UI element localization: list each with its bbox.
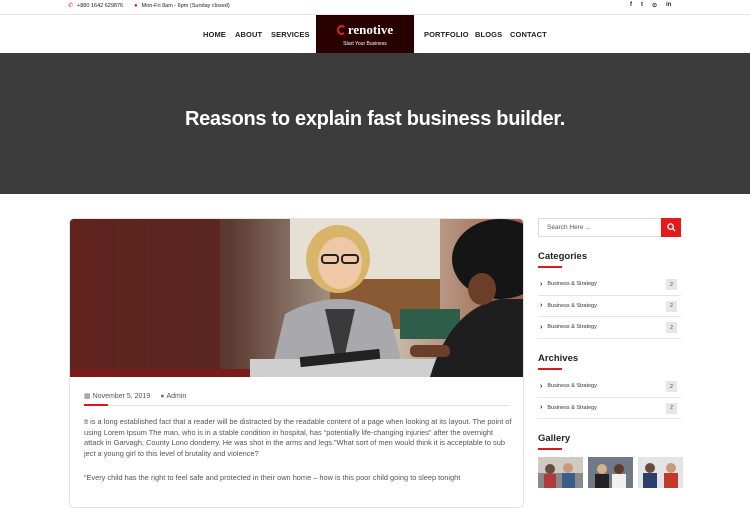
gallery-thumbnail[interactable] bbox=[588, 457, 633, 488]
gallery-thumbnail[interactable] bbox=[538, 457, 583, 488]
top-bar: ✆ +880 1642 629876 ● Mon-Fri 8am - 6pm (… bbox=[0, 0, 750, 14]
chevron-right-icon: › bbox=[540, 302, 543, 310]
archive-count-badge: 2 bbox=[666, 402, 677, 414]
twitter-icon[interactable]: t bbox=[641, 2, 643, 9]
search-button[interactable] bbox=[661, 218, 681, 237]
post-image bbox=[70, 219, 523, 377]
post-date-text: November 5, 2019 bbox=[92, 393, 151, 400]
category-count-badge: 2 bbox=[666, 322, 677, 333]
search-box bbox=[538, 218, 681, 237]
meta-divider bbox=[84, 405, 510, 406]
post-meta: ▦ November 5, 2019 ● Admin bbox=[84, 392, 186, 401]
archive-label: Business & Strategy bbox=[547, 383, 597, 390]
phone-number: +880 1642 629876 bbox=[77, 3, 124, 9]
calendar-icon: ▦ bbox=[84, 393, 91, 400]
category-label: Business & Strategy bbox=[547, 324, 597, 331]
archives-accent-bar bbox=[538, 368, 562, 370]
categories-list: › Business & Strategy 2 › Business & Str… bbox=[538, 274, 681, 339]
archive-item[interactable]: › Business & Strategy 2 bbox=[538, 376, 681, 398]
chevron-right-icon: › bbox=[540, 323, 543, 331]
search-icon bbox=[666, 223, 676, 232]
search-input[interactable] bbox=[539, 219, 663, 236]
meta-accent-bar bbox=[84, 404, 108, 406]
categories-accent-bar bbox=[538, 266, 562, 268]
archive-item[interactable]: › Business & Strategy 2 bbox=[538, 398, 681, 419]
category-label: Business & Strategy bbox=[547, 281, 597, 288]
nav-contact[interactable]: CONTACT bbox=[510, 30, 547, 39]
chevron-right-icon: › bbox=[540, 404, 543, 412]
gallery-title: Gallery bbox=[538, 433, 571, 444]
chevron-right-icon: › bbox=[540, 382, 543, 390]
social-links: f t ⊙ in bbox=[630, 2, 671, 9]
business-hours: ● Mon-Fri 8am - 6pm (Sunday closed) bbox=[134, 3, 230, 9]
categories-title: Categories bbox=[538, 251, 588, 262]
clock-icon: ● bbox=[134, 3, 138, 9]
archive-label: Business & Strategy bbox=[547, 404, 597, 411]
nav-blogs[interactable]: BLOGS bbox=[475, 30, 502, 39]
site-logo[interactable]: renotive Start Your Business bbox=[316, 15, 414, 53]
post-author[interactable]: ● Admin bbox=[160, 393, 186, 400]
nav-about[interactable]: ABOUT bbox=[235, 30, 262, 39]
logo-name: renotive bbox=[347, 22, 394, 37]
github-icon[interactable]: ⊙ bbox=[652, 2, 657, 9]
linkedin-icon[interactable]: in bbox=[666, 2, 671, 9]
archives-title: Archives bbox=[538, 353, 579, 364]
gallery-grid bbox=[538, 457, 683, 488]
post-date[interactable]: ▦ November 5, 2019 bbox=[84, 392, 150, 400]
category-label: Business & Strategy bbox=[547, 302, 597, 309]
blog-post-card: ▦ November 5, 2019 ● Admin It is a long es… bbox=[69, 218, 524, 508]
facebook-icon[interactable]: f bbox=[630, 2, 632, 9]
page-title: Reasons to explain fast business builder… bbox=[184, 108, 566, 130]
nav-portfolio[interactable]: PORTFOLIO bbox=[424, 30, 469, 39]
category-count-badge: 2 bbox=[666, 300, 677, 312]
category-item[interactable]: › Business & Strategy 2 bbox=[538, 317, 681, 339]
gallery-accent-bar bbox=[538, 448, 562, 450]
page-hero: Reasons to explain fast business builder… bbox=[0, 53, 750, 194]
archive-count-badge: 2 bbox=[666, 381, 677, 392]
category-item[interactable]: › Business & Strategy 2 bbox=[538, 296, 681, 317]
phone-icon: ✆ bbox=[68, 3, 74, 9]
post-paragraph-1: It is a long established fact that a rea… bbox=[84, 417, 512, 458]
logo-brand: renotive bbox=[316, 22, 414, 38]
hours-text: Mon-Fri 8am - 6pm (Sunday closed) bbox=[141, 3, 230, 9]
phone-contact[interactable]: ✆ +880 1642 629876 bbox=[68, 3, 123, 9]
category-count-badge: 2 bbox=[666, 279, 677, 290]
nav-home[interactable]: HOME bbox=[203, 30, 226, 39]
logo-mark-icon bbox=[336, 25, 346, 35]
category-item[interactable]: › Business & Strategy 2 bbox=[538, 274, 681, 296]
gallery-thumbnail[interactable] bbox=[638, 457, 683, 488]
logo-tagline: Start Your Business bbox=[343, 41, 387, 47]
user-icon: ● bbox=[160, 392, 165, 400]
chevron-right-icon: › bbox=[540, 280, 543, 288]
post-paragraph-2: “Every child has the right to feel safe … bbox=[84, 473, 461, 482]
nav-services[interactable]: SERVICES bbox=[271, 30, 310, 39]
archives-list: › Business & Strategy 2 › Business & Str… bbox=[538, 376, 681, 419]
post-author-text: Admin bbox=[166, 392, 187, 400]
